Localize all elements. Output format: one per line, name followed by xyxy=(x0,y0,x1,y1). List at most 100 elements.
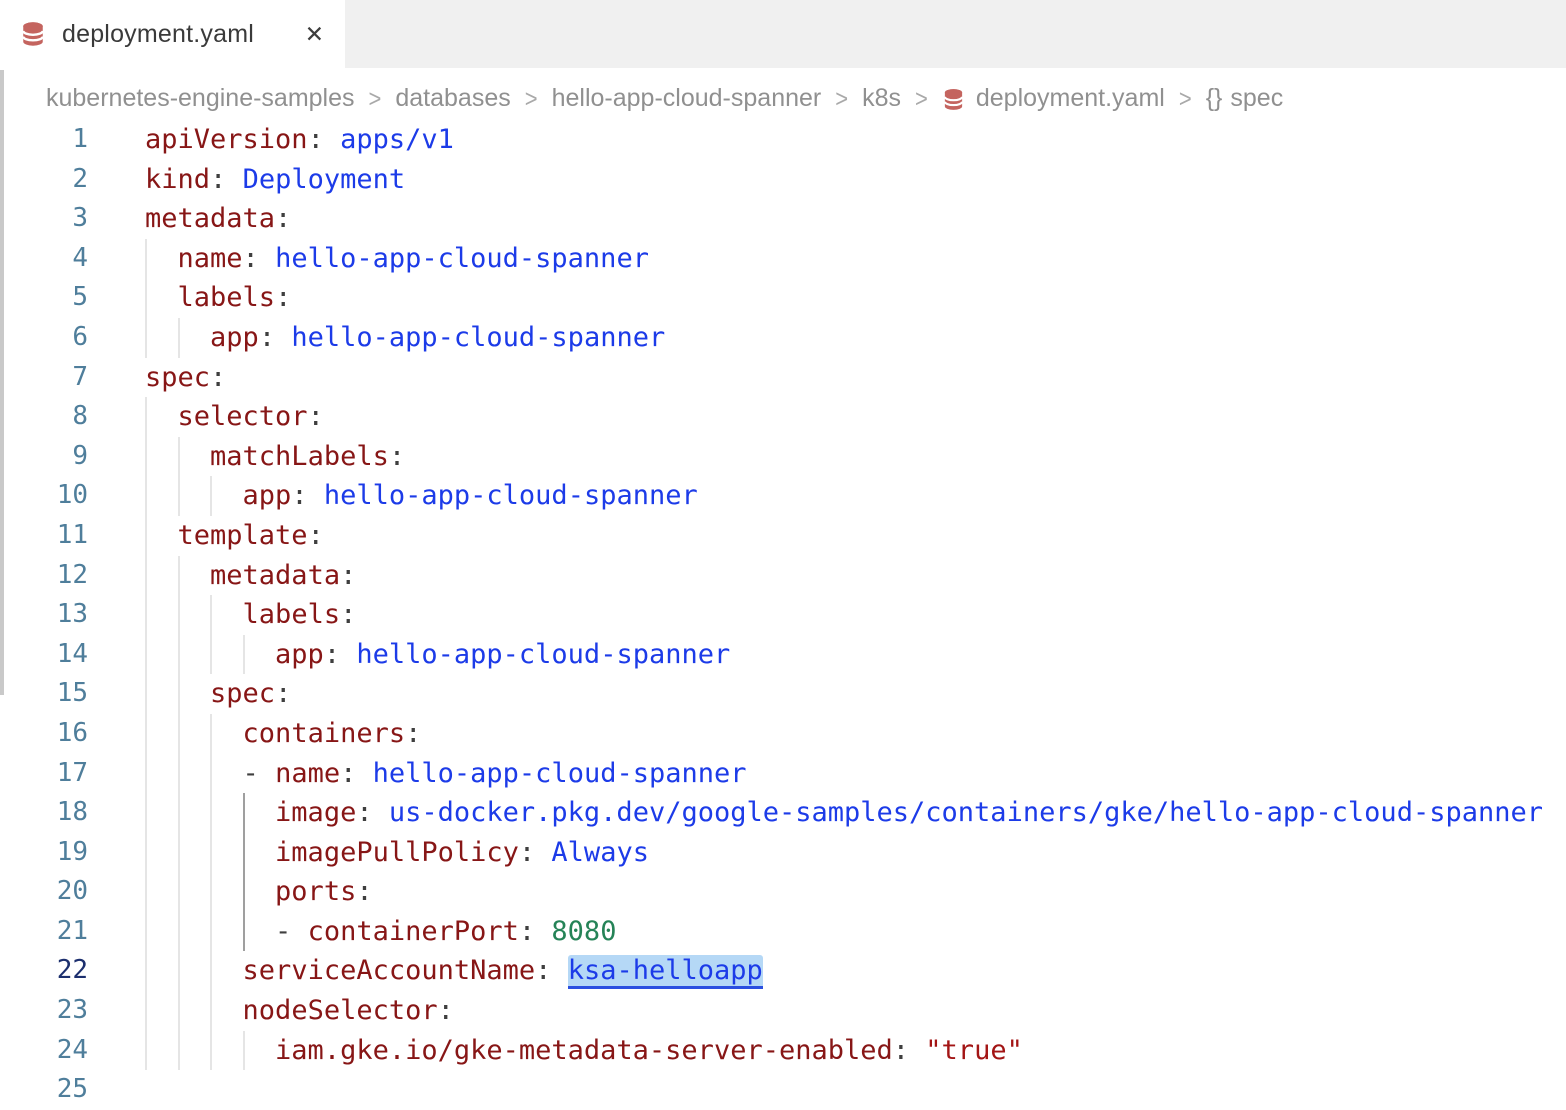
code-line-content[interactable]: metadata: xyxy=(88,199,1566,239)
breadcrumb-item-hello-app-cloud-spanner[interactable]: hello-app-cloud-spanner xyxy=(552,84,822,113)
code-line-content[interactable]: matchLabels: xyxy=(88,437,1566,477)
selected-token[interactable]: ksa-helloapp xyxy=(568,955,763,989)
code-line[interactable]: 1apiVersion: apps/v1 xyxy=(0,120,1566,160)
indent-guide xyxy=(210,872,212,912)
indent-guide xyxy=(178,635,180,675)
code-line-content[interactable]: - containerPort: 8080 xyxy=(88,912,1566,952)
code-line[interactable]: 2kind: Deployment xyxy=(0,160,1566,200)
code-line[interactable]: 5 labels: xyxy=(0,278,1566,318)
breadcrumb-separator-icon: > xyxy=(915,84,928,114)
code-line[interactable]: 11 template: xyxy=(0,516,1566,556)
indent-guide xyxy=(145,1031,147,1071)
indent-guide xyxy=(210,951,212,991)
indent-guide xyxy=(178,556,180,596)
line-number[interactable]: 19 xyxy=(0,833,88,873)
code-line-content[interactable]: metadata: xyxy=(88,556,1566,596)
line-number[interactable]: 4 xyxy=(0,239,88,279)
code-line[interactable]: 20 ports: xyxy=(0,872,1566,912)
code-line-content[interactable]: spec: xyxy=(88,674,1566,714)
line-number[interactable]: 2 xyxy=(0,160,88,200)
code-line[interactable]: 10 app: hello-app-cloud-spanner xyxy=(0,476,1566,516)
space-token xyxy=(226,164,242,195)
code-line-content[interactable]: apiVersion: apps/v1 xyxy=(88,120,1566,160)
line-number[interactable]: 13 xyxy=(0,595,88,635)
code-line-content[interactable] xyxy=(88,1070,1566,1110)
line-number[interactable]: 16 xyxy=(0,714,88,754)
code-line[interactable]: 4 name: hello-app-cloud-spanner xyxy=(0,239,1566,279)
line-number[interactable]: 5 xyxy=(0,278,88,318)
code-line[interactable]: 23 nodeSelector: xyxy=(0,991,1566,1031)
line-number[interactable]: 20 xyxy=(0,872,88,912)
code-key: labels xyxy=(178,282,276,313)
line-number[interactable]: 10 xyxy=(0,476,88,516)
code-line-content[interactable]: app: hello-app-cloud-spanner xyxy=(88,318,1566,358)
code-key: selector xyxy=(178,401,308,432)
line-number[interactable]: 17 xyxy=(0,754,88,794)
code-line[interactable]: 9 matchLabels: xyxy=(0,437,1566,477)
code-line[interactable]: 8 selector: xyxy=(0,397,1566,437)
indent-guide xyxy=(145,912,147,952)
close-icon[interactable]: ✕ xyxy=(302,20,327,49)
code-line[interactable]: 12 metadata: xyxy=(0,556,1566,596)
line-number[interactable]: 6 xyxy=(0,318,88,358)
code-line-content[interactable]: selector: xyxy=(88,397,1566,437)
code-line-content[interactable]: nodeSelector: xyxy=(88,991,1566,1031)
line-number[interactable]: 9 xyxy=(0,437,88,477)
code-line-content[interactable]: - name: hello-app-cloud-spanner xyxy=(88,754,1566,794)
code-line-content[interactable]: serviceAccountName: ksa-helloapp xyxy=(88,951,1566,991)
line-number[interactable]: 1 xyxy=(0,120,88,160)
code-line[interactable]: 3metadata: xyxy=(0,199,1566,239)
code-line[interactable]: 17 - name: hello-app-cloud-spanner xyxy=(0,754,1566,794)
code-key: app xyxy=(243,480,292,511)
code-line[interactable]: 21 - containerPort: 8080 xyxy=(0,912,1566,952)
code-line-content[interactable]: app: hello-app-cloud-spanner xyxy=(88,635,1566,675)
code-key: metadata xyxy=(210,560,340,591)
code-line-content[interactable]: labels: xyxy=(88,595,1566,635)
line-number[interactable]: 12 xyxy=(0,556,88,596)
line-number[interactable]: 23 xyxy=(0,991,88,1031)
code-line[interactable]: 16 containers: xyxy=(0,714,1566,754)
code-line-content[interactable]: iam.gke.io/gke-metadata-server-enabled: … xyxy=(88,1031,1566,1071)
line-number[interactable]: 18 xyxy=(0,793,88,833)
line-number[interactable]: 15 xyxy=(0,674,88,714)
code-line-content[interactable]: app: hello-app-cloud-spanner xyxy=(88,476,1566,516)
line-number[interactable]: 25 xyxy=(0,1070,88,1110)
indent-guide xyxy=(178,793,180,833)
breadcrumb-item-k8s[interactable]: k8s xyxy=(862,84,901,113)
code-line[interactable]: 19 imagePullPolicy: Always xyxy=(0,833,1566,873)
indent-spaces xyxy=(145,480,243,511)
tab-deployment-yaml[interactable]: deployment.yaml ✕ xyxy=(0,0,345,68)
code-key: ports xyxy=(275,876,356,907)
code-area[interactable]: 1apiVersion: apps/v12kind: Deployment3me… xyxy=(0,120,1566,1110)
code-line[interactable]: 13 labels: xyxy=(0,595,1566,635)
code-line-content[interactable]: kind: Deployment xyxy=(88,160,1566,200)
line-number[interactable]: 14 xyxy=(0,635,88,675)
breadcrumb-item-kubernetes-engine-samples[interactable]: kubernetes-engine-samples xyxy=(46,84,355,113)
code-line-content[interactable]: name: hello-app-cloud-spanner xyxy=(88,239,1566,279)
code-line[interactable]: 18 image: us-docker.pkg.dev/google-sampl… xyxy=(0,793,1566,833)
line-number[interactable]: 3 xyxy=(0,199,88,239)
code-line[interactable]: 22 serviceAccountName: ksa-helloapp xyxy=(0,951,1566,991)
breadcrumb-item-spec[interactable]: {}spec xyxy=(1206,84,1284,113)
code-line-content[interactable]: containers: xyxy=(88,714,1566,754)
code-line-content[interactable]: image: us-docker.pkg.dev/google-samples/… xyxy=(88,793,1566,833)
line-number[interactable]: 21 xyxy=(0,912,88,952)
breadcrumb-item-databases[interactable]: databases xyxy=(395,84,510,113)
code-line-content[interactable]: spec: xyxy=(88,358,1566,398)
code-line[interactable]: 25 xyxy=(0,1070,1566,1110)
code-line[interactable]: 14 app: hello-app-cloud-spanner xyxy=(0,635,1566,675)
code-line[interactable]: 24 iam.gke.io/gke-metadata-server-enable… xyxy=(0,1031,1566,1071)
code-line-content[interactable]: imagePullPolicy: Always xyxy=(88,833,1566,873)
code-line-content[interactable]: ports: xyxy=(88,872,1566,912)
code-line[interactable]: 7spec: xyxy=(0,358,1566,398)
line-number[interactable]: 8 xyxy=(0,397,88,437)
line-number[interactable]: 11 xyxy=(0,516,88,556)
line-number[interactable]: 24 xyxy=(0,1031,88,1071)
code-line-content[interactable]: labels: xyxy=(88,278,1566,318)
code-line-content[interactable]: template: xyxy=(88,516,1566,556)
breadcrumb-item-deployment-yaml[interactable]: deployment.yaml xyxy=(942,84,1165,113)
line-number[interactable]: 7 xyxy=(0,358,88,398)
code-line[interactable]: 6 app: hello-app-cloud-spanner xyxy=(0,318,1566,358)
code-line[interactable]: 15 spec: xyxy=(0,674,1566,714)
line-number[interactable]: 22 xyxy=(0,951,88,991)
